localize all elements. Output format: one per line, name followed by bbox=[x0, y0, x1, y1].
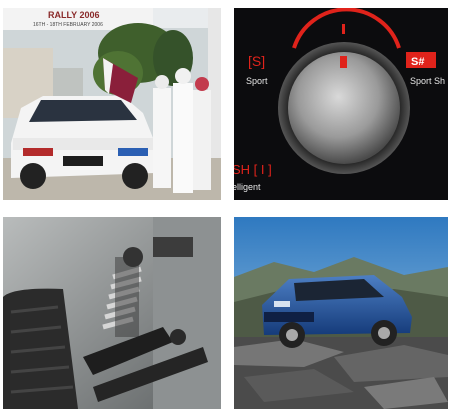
suspension-closeup-photo bbox=[3, 217, 221, 409]
rally-photo: RALLY 2006 16TH - 18TH FEBRUARY 2006 bbox=[3, 8, 221, 200]
dial-right-caption: Sport Sh bbox=[410, 76, 445, 86]
dial-left-caption: Sport bbox=[246, 76, 268, 86]
dial-bottom-badge: SH [ I ] bbox=[234, 162, 272, 177]
drive-mode-dial-photo: [S] Sport S# Sport Sh SH [ I ] elligent bbox=[234, 8, 448, 200]
dial-right-badge: S# bbox=[411, 56, 424, 68]
banner-title: RALLY 2006 bbox=[48, 10, 100, 20]
dial-left-badge: [S] bbox=[248, 53, 265, 69]
dial-bottom-caption: elligent bbox=[234, 182, 261, 192]
dial-indicator bbox=[340, 56, 347, 68]
banner-dates: 16TH - 18TH FEBRUARY 2006 bbox=[33, 22, 103, 28]
suv-on-rocks-photo bbox=[234, 217, 448, 409]
